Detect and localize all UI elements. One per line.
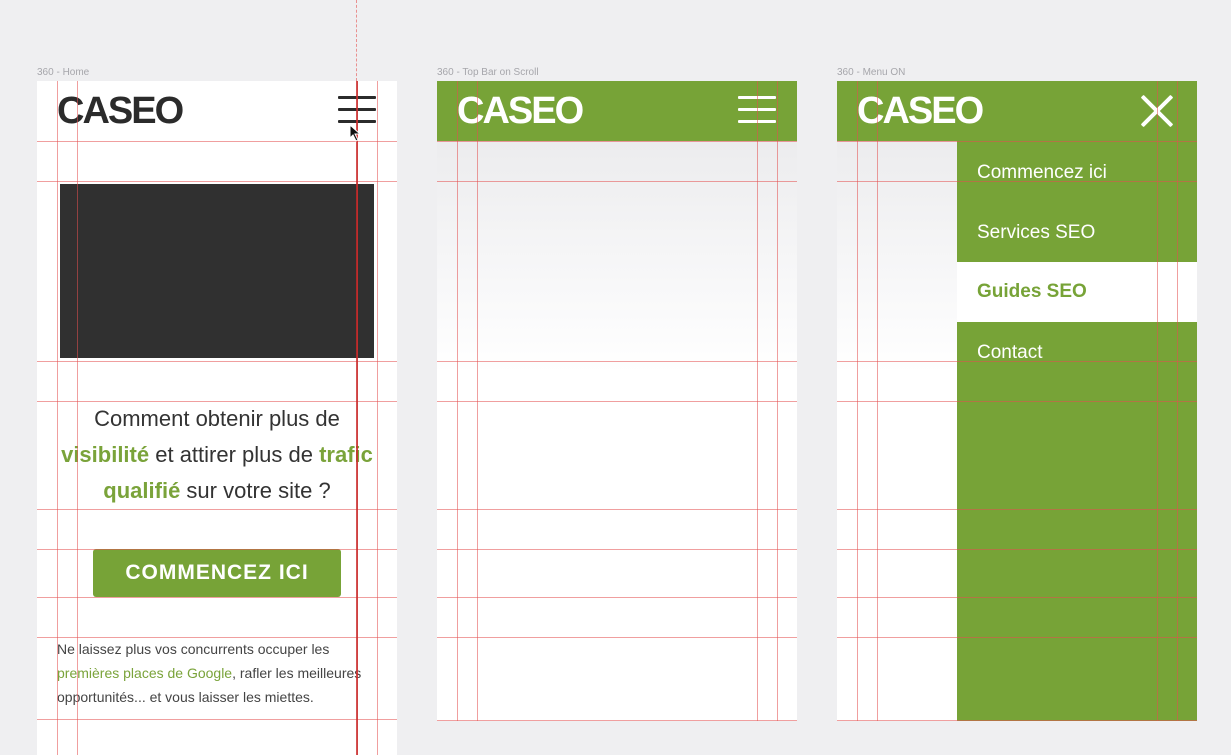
top-bar: CASEO bbox=[37, 81, 397, 141]
top-bar: CASEO bbox=[437, 81, 797, 141]
artboard-menu: CASEO Commencez ici Services SEO Guides … bbox=[837, 81, 1197, 721]
artboard-home: CASEO Comment obtenir plus de visibilité… bbox=[37, 81, 397, 755]
cta-button[interactable]: COMMENCEZ ICI bbox=[93, 549, 341, 597]
paragraph-highlight: premières places de Google bbox=[57, 665, 233, 681]
artboard-label-menu: 360 - Menu ON bbox=[837, 67, 906, 78]
hero-headline: Comment obtenir plus de visibilité et at… bbox=[57, 401, 377, 509]
headline-text: sur votre site ? bbox=[180, 478, 331, 503]
close-icon[interactable] bbox=[1139, 93, 1175, 129]
logo[interactable]: CASEO bbox=[857, 89, 984, 133]
headline-text: Comment obtenir plus de bbox=[94, 406, 340, 431]
artboard-label-scroll: 360 - Top Bar on Scroll bbox=[437, 67, 539, 78]
menu-item-services-seo[interactable]: Services SEO bbox=[957, 203, 1197, 263]
menu-item-guides-seo[interactable]: Guides SEO bbox=[957, 262, 1197, 322]
logo[interactable]: CASEO bbox=[457, 89, 584, 133]
headline-highlight: visibilité bbox=[61, 442, 150, 467]
artboard-scroll: CASEO bbox=[437, 81, 797, 721]
top-bar: CASEO bbox=[837, 81, 1197, 141]
hamburger-menu-icon[interactable] bbox=[737, 94, 777, 128]
scroll-content-area bbox=[437, 141, 797, 721]
logo[interactable]: CASEO bbox=[57, 89, 184, 133]
headline-text: et attirer plus de bbox=[149, 442, 320, 467]
mouse-pointer-icon bbox=[349, 124, 362, 142]
nav-menu-panel: Commencez ici Services SEO Guides SEO Co… bbox=[957, 141, 1197, 721]
menu-item-commencez-ici[interactable]: Commencez ici bbox=[957, 143, 1197, 203]
menu-item-contact[interactable]: Contact bbox=[957, 323, 1197, 383]
hero-image-placeholder bbox=[60, 184, 374, 358]
artboard-label-home: 360 - Home bbox=[37, 67, 90, 78]
layout-guide-strong bbox=[356, 81, 358, 755]
intro-paragraph: Ne laissez plus vos concurrents occuper … bbox=[57, 637, 387, 709]
canvas-guide-dotted bbox=[356, 0, 357, 81]
paragraph-text: Ne laissez plus vos concurrents occuper … bbox=[57, 641, 330, 657]
